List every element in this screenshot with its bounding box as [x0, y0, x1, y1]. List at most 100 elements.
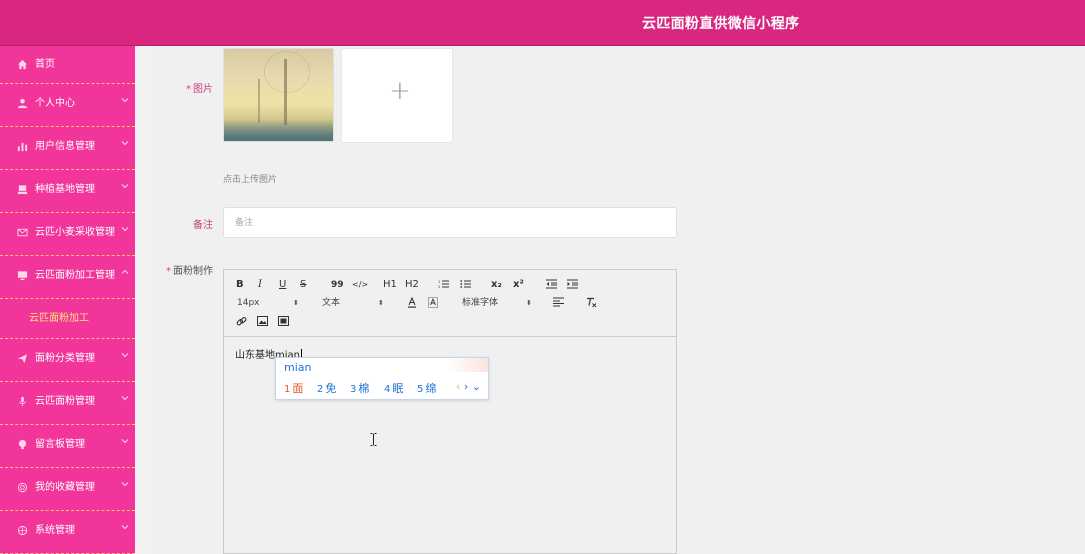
chevron-down-icon [121, 523, 129, 531]
underline-button[interactable]: U [279, 279, 286, 291]
sidebar-item-label: 个人中心 [35, 98, 75, 109]
sidebar-item-label: 首页 [35, 59, 55, 70]
sidebar-item-favorites[interactable]: 我的收藏管理 [0, 468, 135, 511]
uploaded-image-thumbnail[interactable] [223, 48, 334, 142]
candidate-number: 5 [417, 384, 424, 395]
image-label-text: 图片 [193, 84, 213, 95]
chevron-down-icon [121, 351, 129, 359]
select-arrows-icon: ⬍ [293, 299, 299, 307]
sidebar-item-home[interactable]: 首页 [0, 46, 135, 84]
strikethrough-button[interactable]: S [300, 279, 306, 291]
ime-candidate-1[interactable]: 1面 [284, 380, 303, 396]
clear-format-button[interactable] [586, 297, 597, 312]
clear-format-icon [587, 297, 597, 308]
select-arrows-icon: ⬍ [526, 299, 532, 307]
blockquote-button[interactable]: 99 [331, 279, 344, 291]
ime-prev-page-button[interactable]: ‹ [456, 380, 460, 393]
code-block-button[interactable]: </> [352, 279, 368, 291]
bulb-icon [16, 439, 28, 451]
background-color-icon [428, 297, 438, 308]
superscript-button[interactable]: x² [513, 279, 524, 291]
font-family-select[interactable]: 标准字体 ⬍ [462, 297, 534, 309]
upload-hint: 点击上传图片 [223, 175, 278, 185]
ime-candidate-2[interactable]: 2免 [317, 380, 336, 396]
align-button[interactable] [553, 297, 564, 311]
app-header: 云匹面粉直供微信小程序 [0, 0, 1085, 46]
image-icon [257, 316, 268, 326]
image-label: * 图片 [133, 80, 213, 95]
image-canopy [264, 51, 310, 93]
ime-next-page-button[interactable]: › [464, 380, 468, 393]
sidebar-item-message-board[interactable]: 留言板管理 [0, 425, 135, 468]
ime-pinyin: mian [284, 361, 312, 374]
font-size-value: 14px [237, 298, 260, 308]
candidate-number: 2 [317, 384, 324, 395]
microphone-icon [16, 396, 28, 408]
image-tree [258, 79, 260, 123]
image-button[interactable] [257, 316, 268, 330]
font-color-icon [408, 296, 416, 308]
image-ground [224, 119, 333, 141]
text-style-select[interactable]: 文本 ⬍ [322, 297, 386, 309]
background-color-button[interactable] [428, 297, 438, 312]
required-mark: * [186, 84, 191, 95]
sidebar-item-label: 云匹小麦采收管理 [35, 227, 115, 238]
production-label: * 面粉制作 [133, 262, 213, 277]
monitor-icon [16, 270, 28, 282]
sidebar-item-label: 我的收藏管理 [35, 482, 95, 493]
header-1-button[interactable]: H1 [383, 279, 397, 291]
sidebar-item-flour[interactable]: 云匹面粉管理 [0, 382, 135, 425]
upload-image-button[interactable]: + [341, 48, 453, 143]
image-tree [284, 59, 287, 125]
header-2-button[interactable]: H2 [405, 279, 419, 291]
sidebar-item-category[interactable]: 面粉分类管理 [0, 339, 135, 382]
svg-text:1: 1 [438, 280, 440, 284]
sidebar-item-label: 云匹面粉管理 [35, 396, 95, 407]
outdent-button[interactable] [546, 279, 557, 293]
link-button[interactable] [236, 316, 247, 331]
text-cursor-icon [370, 433, 377, 446]
sidebar-subitem-label: 云匹面粉加工 [29, 313, 89, 324]
sidebar-item-label: 用户信息管理 [35, 141, 95, 152]
font-color-button[interactable] [407, 296, 417, 312]
align-left-icon [553, 297, 564, 307]
sidebar-item-users[interactable]: 用户信息管理 [0, 127, 135, 170]
text-style-value: 文本 [322, 298, 341, 308]
production-label-text: 面粉制作 [173, 266, 213, 277]
candidate-char: 绵 [425, 382, 437, 395]
ime-candidate-3[interactable]: 3棉 [350, 380, 369, 396]
video-button[interactable] [278, 316, 289, 330]
sidebar-item-planting-base[interactable]: 种植基地管理 [0, 170, 135, 213]
ime-candidate-4[interactable]: 4眠 [384, 380, 403, 396]
candidate-number: 3 [350, 384, 357, 395]
bullet-list-button[interactable] [460, 279, 471, 293]
editor-toolbar: B I U S 99 </> H1 H2 12 x₂ x² 14px ⬍ 文本 … [224, 270, 676, 337]
bold-button[interactable]: B [236, 279, 244, 291]
ime-expand-button[interactable]: ⌄ [472, 380, 481, 393]
sidebar-item-harvest[interactable]: 云匹小麦采收管理 [0, 213, 135, 256]
ordered-list-icon: 12 [438, 280, 449, 289]
sidebar-subitem-flour-processing[interactable]: 云匹面粉加工 [0, 299, 135, 339]
italic-button[interactable]: I [258, 279, 262, 291]
chevron-down-icon [121, 480, 129, 488]
ime-candidate-popup: mian 1面 2免 3棉 4眠 5绵 ‹ › ⌄ [275, 357, 489, 400]
select-arrows-icon: ⬍ [378, 299, 384, 307]
chevron-up-icon [121, 268, 129, 276]
candidate-char: 眠 [392, 382, 404, 395]
compass-icon [16, 525, 28, 537]
candidate-number: 1 [284, 384, 291, 395]
indent-button[interactable] [567, 279, 578, 293]
sidebar-item-profile[interactable]: 个人中心 [0, 84, 135, 127]
subscript-button[interactable]: x₂ [491, 279, 502, 291]
sidebar-item-system[interactable]: 系统管理 [0, 511, 135, 554]
font-size-select[interactable]: 14px ⬍ [237, 297, 301, 309]
ime-skin-decoration [448, 358, 488, 372]
sidebar-item-processing[interactable]: 云匹面粉加工管理 [0, 256, 135, 299]
remark-input[interactable] [223, 207, 677, 238]
ordered-list-button[interactable]: 12 [438, 279, 449, 293]
candidate-char: 棉 [358, 382, 370, 395]
chevron-down-icon [121, 96, 129, 104]
chevron-down-icon [121, 225, 129, 233]
sidebar-item-label: 云匹面粉加工管理 [35, 270, 115, 281]
ime-candidate-5[interactable]: 5绵 [417, 380, 436, 396]
